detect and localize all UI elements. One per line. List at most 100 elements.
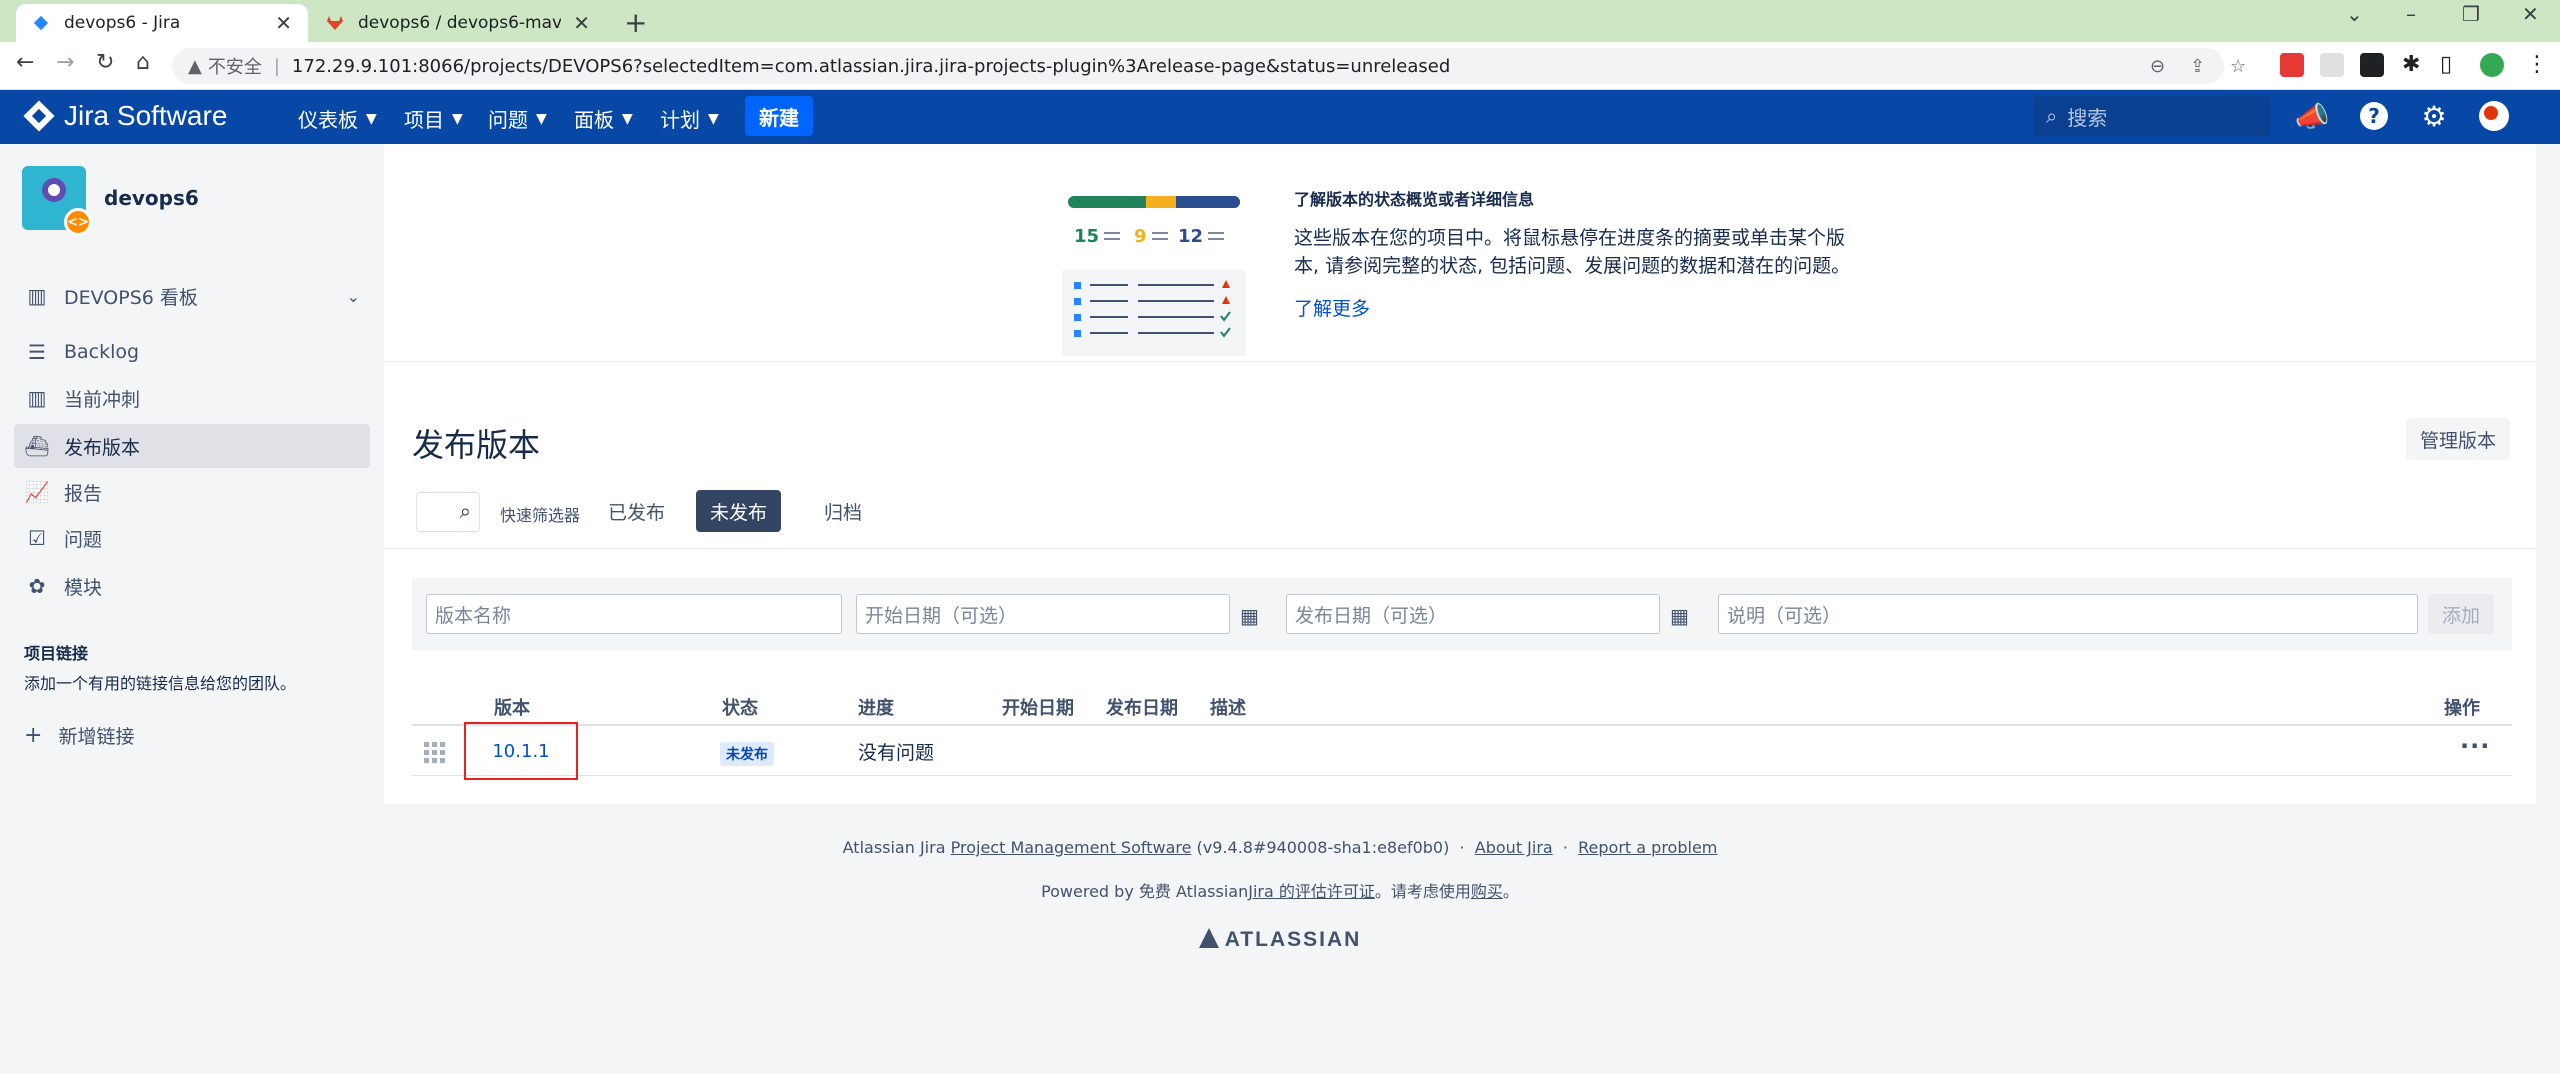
footer-period: 。 — [1502, 882, 1519, 901]
profile-avatar[interactable] — [2480, 53, 2504, 77]
nav-label: 面板 — [574, 108, 614, 132]
project-name[interactable]: devops6 — [104, 186, 199, 210]
column-start-date[interactable]: 开始日期 — [1002, 694, 1074, 720]
version-name-input[interactable]: 版本名称 — [426, 594, 842, 634]
filter-tab-released[interactable]: 已发布 — [594, 490, 679, 532]
project-avatar[interactable]: <> — [22, 166, 92, 236]
address-bar[interactable]: ▲ 不安全 | 172.29.9.101:8066/projects/DEVOP… — [172, 48, 2224, 84]
calendar-icon[interactable]: ▦ — [1240, 604, 1259, 628]
back-icon[interactable]: ← — [16, 50, 34, 75]
nav-label: 项目 — [404, 108, 444, 132]
browser-tab-jira[interactable]: devops6 - Jira ✕ — [16, 4, 308, 42]
url-text[interactable]: 172.29.9.101:8066/projects/DEVOPS6?selec… — [292, 56, 1450, 77]
in-progress-count: 9 — [1134, 226, 1147, 247]
done-count: 15 — [1074, 226, 1099, 247]
learn-more-link[interactable]: 了解更多 — [1294, 294, 1370, 321]
column-status: 状态 — [722, 698, 758, 719]
quick-filter-label: 快速筛选器 — [500, 506, 581, 525]
project-links-description: 添加一个有用的链接信息给您的团队。 — [24, 674, 297, 693]
search-icon: ⌕ — [2046, 104, 2058, 128]
version-link[interactable]: 10.1.1 — [464, 722, 578, 780]
reload-icon[interactable]: ↻ — [96, 50, 114, 75]
start-date-input[interactable]: 开始日期（可选） — [856, 594, 1230, 634]
share-icon[interactable]: ⇪ — [2190, 56, 2205, 77]
add-link-button[interactable]: + 新增链接 — [24, 722, 134, 749]
sidebar-item-label: 发布版本 — [64, 436, 141, 459]
nav-issues[interactable]: 问题 ▼ — [488, 104, 547, 133]
user-avatar[interactable] — [2478, 100, 2510, 132]
more-actions-icon[interactable]: ··· — [2460, 732, 2490, 760]
board-icon: ▥ — [27, 386, 47, 410]
browser-tab-gitlab[interactable]: devops6 / devops6-maven-se ✕ — [310, 4, 606, 42]
bookmark-star-icon[interactable]: ☆ — [2230, 56, 2246, 77]
sidepanel-icon[interactable]: ▯ — [2440, 52, 2452, 77]
chevron-down-icon: ▼ — [622, 110, 633, 127]
column-version[interactable]: 版本 — [494, 694, 530, 720]
sidebar-item-releases[interactable]: ⛴ 发布版本 — [14, 424, 370, 468]
not-secure-label[interactable]: 不安全 — [208, 53, 262, 79]
sidebar-item-backlog[interactable]: ☰ Backlog — [14, 330, 370, 374]
nav-boards[interactable]: 面板 ▼ — [574, 104, 633, 133]
column-actions: 操作 — [2444, 698, 2480, 719]
filter-tab-archived[interactable]: 归档 — [810, 490, 876, 532]
nav-projects[interactable]: 项目 ▼ — [404, 104, 463, 133]
extensions-puzzle-icon[interactable]: ✱ — [2402, 52, 2420, 77]
close-window-icon[interactable]: ✕ — [2522, 2, 2539, 26]
atlassian-logo[interactable]: ATLASSIAN — [0, 928, 2560, 952]
jira-diamond-icon — [23, 100, 55, 132]
create-button[interactable]: 新建 — [745, 96, 813, 136]
nav-plans[interactable]: 计划 ▼ — [660, 104, 719, 133]
buy-link[interactable]: 购买 — [1471, 882, 1503, 901]
manage-versions-button[interactable]: 管理版本 — [2406, 418, 2511, 460]
home-icon[interactable]: ⌂ — [136, 50, 150, 75]
filter-tab-unreleased[interactable]: 未发布 — [696, 490, 782, 532]
jira-search-input[interactable]: ⌕ 搜索 — [2034, 96, 2270, 136]
column-release-date[interactable]: 发布日期 — [1106, 694, 1178, 720]
warning-icon[interactable]: ▲ — [188, 56, 202, 77]
info-title: 了解版本的状态概览或者详细信息 — [1294, 190, 1535, 209]
backlog-icon: ☰ — [28, 340, 46, 364]
sidebar-item-issues[interactable]: ☑ 问题 — [14, 516, 370, 560]
release-date-input[interactable]: 发布日期（可选） — [1286, 594, 1660, 634]
megaphone-icon[interactable]: 📣 — [2295, 100, 2330, 133]
address-separator: | — [273, 55, 280, 77]
chart-icon: 📈 — [24, 480, 50, 504]
project-links-heading: 项目链接 — [24, 644, 89, 663]
extension-red-icon[interactable] — [2280, 53, 2304, 77]
sidebar-item-active-sprint[interactable]: ▥ 当前冲刺 — [14, 376, 370, 420]
sidebar-item-reports[interactable]: 📈 报告 — [14, 470, 370, 514]
report-problem-link[interactable]: Report a problem — [1578, 838, 1717, 857]
column-description: 描述 — [1210, 698, 1246, 719]
zoom-icon[interactable]: ⊖ — [2150, 56, 2165, 77]
close-tab-icon[interactable]: ✕ — [275, 11, 292, 35]
add-version-button[interactable]: 添加 — [2428, 594, 2495, 634]
help-icon[interactable]: ? — [2358, 100, 2390, 132]
version-search-input[interactable]: ⌕ — [416, 492, 480, 532]
forward-icon[interactable]: → — [56, 50, 74, 75]
divider — [384, 548, 2536, 549]
calendar-icon[interactable]: ▦ — [1670, 604, 1689, 628]
restore-icon[interactable]: ❐ — [2462, 2, 2480, 26]
sidebar-board-selector[interactable]: ▥ DEVOPS6 看板 ⌄ — [14, 274, 370, 318]
nav-dashboards[interactable]: 仪表板 ▼ — [298, 104, 377, 133]
tab-search-icon[interactable]: ⌄ — [2346, 2, 2363, 26]
extension-dark-icon[interactable] — [2360, 53, 2384, 77]
table-row: 10.1.1 未发布 没有问题 ··· — [412, 722, 2512, 780]
minimize-icon[interactable]: – — [2406, 2, 2416, 26]
evaluation-license-link[interactable]: Jira 的评估许可证 — [1248, 882, 1375, 901]
sidebar-item-components[interactable]: ✿ 模块 — [14, 564, 370, 608]
board-icon: ▥ — [27, 284, 47, 308]
atlassian-triangle-icon — [1198, 928, 1219, 948]
about-jira-link[interactable]: About Jira — [1475, 838, 1553, 857]
gear-icon[interactable]: ⚙ — [2418, 100, 2450, 133]
jira-favicon-icon — [33, 15, 49, 31]
browser-menu-icon[interactable]: ⋮ — [2526, 52, 2548, 77]
new-tab-icon[interactable]: + — [624, 6, 647, 39]
drag-handle-icon[interactable] — [424, 742, 446, 763]
description-input[interactable]: 说明（可选） — [1718, 594, 2418, 634]
extension-grey-icon[interactable] — [2320, 53, 2344, 77]
column-progress: 进度 — [858, 698, 894, 719]
close-tab-icon[interactable]: ✕ — [573, 11, 590, 35]
jira-logo[interactable]: Jira Software — [23, 100, 227, 132]
project-management-link[interactable]: Project Management Software — [951, 838, 1192, 857]
